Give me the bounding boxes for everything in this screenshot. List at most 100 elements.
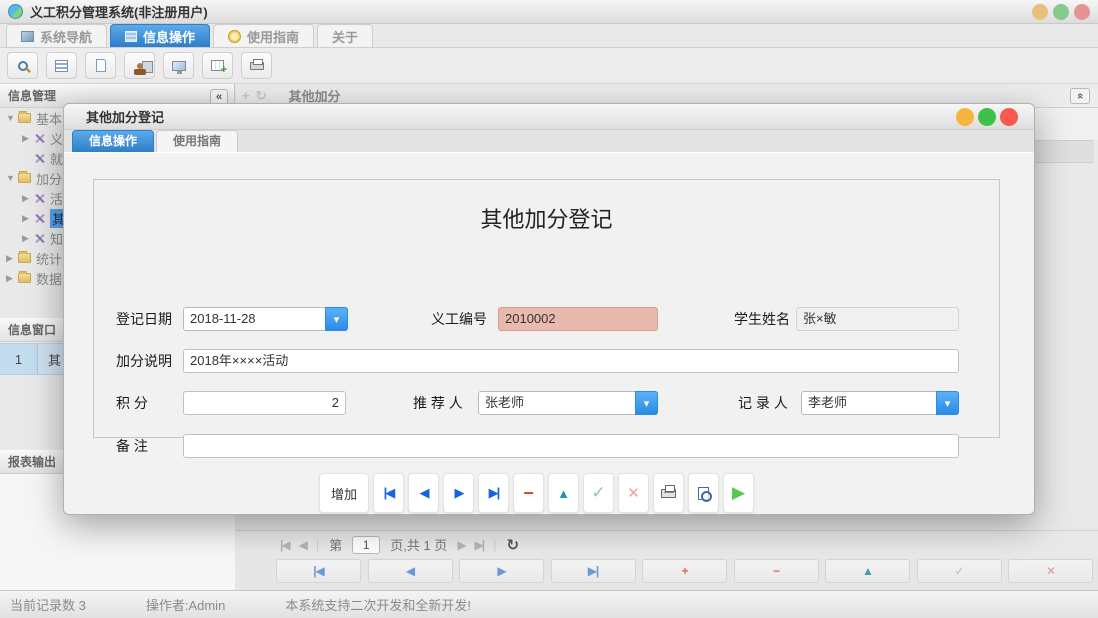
tool-icon: [34, 153, 45, 164]
form-icon: [55, 60, 68, 72]
prev-record-button[interactable]: ◀: [408, 473, 439, 513]
run-button[interactable]: ▶: [723, 473, 754, 513]
next-record-button[interactable]: ▶: [443, 473, 474, 513]
panel-collapse-button[interactable]: «: [1070, 88, 1090, 104]
first-page-button[interactable]: |◀: [280, 538, 289, 552]
last-record-button[interactable]: ▶|: [478, 473, 509, 513]
minimize-button[interactable]: [1032, 4, 1048, 20]
first-record-button[interactable]: |◀: [373, 473, 404, 513]
cancel-button[interactable]: ✕: [618, 473, 649, 513]
panel-title: 信息管理: [8, 89, 56, 103]
chevron-down-icon[interactable]: ▾: [936, 391, 959, 415]
remark-field[interactable]: [183, 434, 959, 458]
monitor-globe-icon: [172, 61, 186, 71]
first-record-button[interactable]: |◀: [276, 559, 361, 583]
chevron-right-icon[interactable]: ▶: [22, 193, 34, 204]
description-field[interactable]: 2018年××××活动: [183, 349, 959, 373]
edit-record-button[interactable]: ▲: [548, 473, 579, 513]
dialog-maximize-button[interactable]: [978, 108, 996, 126]
volunteer-id-field[interactable]: 2010002: [498, 307, 658, 331]
preview-button[interactable]: [688, 473, 719, 513]
tool-icon: [34, 213, 45, 224]
chevron-right-icon[interactable]: ▶: [6, 253, 18, 264]
recorder-combo[interactable]: 李老师 ▾: [801, 391, 959, 415]
cancel-button[interactable]: ✕: [1008, 559, 1093, 583]
tab-system-nav[interactable]: 系统导航: [6, 24, 107, 47]
print-button[interactable]: [241, 52, 272, 79]
tab-label: 使用指南: [247, 27, 299, 46]
table-add-button[interactable]: [202, 52, 233, 79]
folder-icon: [18, 253, 31, 263]
form-button[interactable]: [46, 52, 77, 79]
chevron-right-icon[interactable]: ▶: [6, 273, 18, 284]
recommender-label: 推 荐 人: [413, 391, 463, 415]
page-suffix: 页,共 1 页: [390, 535, 447, 554]
search-button[interactable]: [7, 52, 38, 79]
chevron-right-icon[interactable]: ▶: [22, 233, 34, 244]
points-label: 积 分: [116, 391, 148, 415]
reg-date-value[interactable]: 2018-11-28: [183, 307, 348, 331]
row-index: 1: [0, 344, 38, 374]
page-number-input[interactable]: [352, 536, 380, 554]
separator: |: [493, 537, 496, 552]
reg-date-label: 登记日期: [116, 307, 172, 331]
tab-info-operation[interactable]: 信息操作: [110, 24, 210, 47]
tab-label: 关于: [332, 27, 358, 46]
points-field[interactable]: 2: [183, 391, 346, 415]
monitor-button[interactable]: [163, 52, 194, 79]
dialog-close-button[interactable]: [1000, 108, 1018, 126]
tab-about[interactable]: 关于: [317, 24, 373, 47]
add-record-button[interactable]: +: [642, 559, 727, 583]
tool-icon: [34, 193, 45, 204]
chevrons-up-icon: «: [1074, 93, 1086, 99]
recommender-value[interactable]: 张老师: [478, 391, 658, 415]
user-chart-icon: [137, 63, 143, 69]
chevron-down-icon[interactable]: ▾: [635, 391, 658, 415]
operator: 操作者:Admin: [146, 595, 225, 614]
folder-icon: [18, 173, 31, 183]
other-bonus-registration-dialog: 其他加分登记 信息操作 使用指南 其他加分登记 登记日期 2018-11-28 …: [63, 103, 1035, 515]
tab-user-guide[interactable]: 使用指南: [213, 24, 314, 47]
save-button[interactable]: ✓: [583, 473, 614, 513]
separator: |: [316, 537, 319, 552]
close-button[interactable]: [1074, 4, 1090, 20]
volunteer-id-label: 义工编号: [431, 307, 487, 331]
edit-record-button[interactable]: ▲: [825, 559, 910, 583]
grid-icon: [125, 31, 137, 42]
dialog-tab-user-guide[interactable]: 使用指南: [156, 130, 238, 152]
tab-label: 信息操作: [143, 27, 195, 46]
dialog-tab-info-operation[interactable]: 信息操作: [72, 130, 154, 152]
refresh-icon[interactable]: ↻: [507, 536, 520, 554]
reg-date-combo[interactable]: 2018-11-28 ▾: [183, 307, 348, 331]
folder-icon: [18, 273, 31, 283]
maximize-button[interactable]: [1053, 4, 1069, 20]
dialog-minimize-button[interactable]: [956, 108, 974, 126]
add-button[interactable]: 增加: [319, 473, 369, 513]
recommender-combo[interactable]: 张老师 ▾: [478, 391, 658, 415]
record-nav-toolbar: |◀ ◀ ▶ ▶| + − ▲ ✓ ✕: [276, 559, 1093, 585]
form-title: 其他加分登记: [94, 202, 999, 234]
last-page-button[interactable]: ▶|: [475, 538, 484, 552]
prev-page-button[interactable]: ◀: [299, 538, 306, 552]
delete-record-button[interactable]: −: [513, 473, 544, 513]
chevron-down-icon[interactable]: ▾: [325, 307, 348, 331]
dialog-body: 其他加分登记 登记日期 2018-11-28 ▾ 义工编号 2010002 学生…: [64, 153, 1034, 514]
chevron-right-icon[interactable]: ▶: [22, 133, 34, 144]
confirm-button[interactable]: ✓: [917, 559, 1002, 583]
print-button[interactable]: [653, 473, 684, 513]
table-add-icon: [211, 60, 224, 71]
chevron-down-icon[interactable]: ▼: [6, 113, 18, 123]
document-button[interactable]: [85, 52, 116, 79]
last-record-button[interactable]: ▶|: [551, 559, 636, 583]
prev-record-button[interactable]: ◀: [368, 559, 453, 583]
chevron-down-icon[interactable]: ▼: [6, 173, 18, 183]
next-page-button[interactable]: ▶: [457, 538, 464, 552]
chevron-right-icon[interactable]: ▶: [22, 213, 34, 224]
delete-record-button[interactable]: −: [734, 559, 819, 583]
description-label: 加分说明: [116, 349, 172, 373]
dialog-title-bar[interactable]: 其他加分登记: [64, 104, 1034, 130]
next-record-button[interactable]: ▶: [459, 559, 544, 583]
monitor-icon: [21, 31, 34, 42]
user-report-button[interactable]: [124, 52, 155, 79]
status-bar: 当前记录数 3 操作者:Admin 本系统支持二次开发和全新开发!: [0, 590, 1098, 618]
